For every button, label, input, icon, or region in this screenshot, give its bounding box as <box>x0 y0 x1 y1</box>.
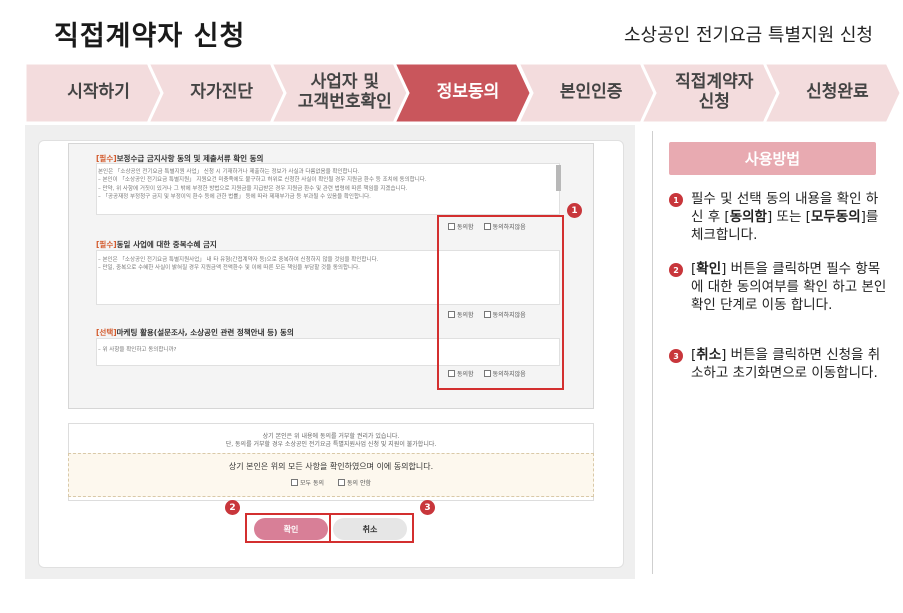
step-6: 직접계약자 신청 <box>640 63 778 123</box>
annotation-badge-3: 3 <box>420 500 435 515</box>
agree-all-title: 상기 본인은 위의 모든 사항을 확인하였으며 이에 동의합니다. <box>228 462 434 471</box>
howto-item-2: 2 [확인] 버튼을 클릭하면 필수 항목에 대한 동의여부를 확인 하고 본인… <box>669 260 887 314</box>
step-4: 정보동의 <box>394 63 532 123</box>
step-progress-bar: 시작하기 자가진단 사업자 및 고객번호확인 정보동의 본인인증 직접계약자 신… <box>25 63 901 123</box>
panel-divider <box>652 131 653 574</box>
howto-item-text: [취소] 버튼을 클릭하면 신청을 취소하고 초기화면으로 이동합니다. <box>691 347 881 381</box>
step-label: 신청완료 <box>806 82 869 103</box>
agree-all-checkboxes: 모두 동의 동의 안함 <box>68 478 594 487</box>
checkbox-icon <box>338 479 345 486</box>
annotation-badge-1: 1 <box>567 203 582 218</box>
step-label: 자가진단 <box>190 82 253 103</box>
step-label: 직접계약자 신청 <box>675 72 754 112</box>
step-label: 시작하기 <box>67 82 130 103</box>
step-2: 자가진단 <box>148 63 286 123</box>
page-subtitle: 소상공인 전기요금 특별지원 신청 <box>623 25 873 46</box>
howto-item-text: 필수 및 선택 동의 내용을 확인 하신 후 [동의함] 또는 [모두동의]를 … <box>691 191 879 243</box>
howto-item-1: 1 필수 및 선택 동의 내용을 확인 하신 후 [동의함] 또는 [모두동의]… <box>669 190 887 244</box>
step-number-badge: 2 <box>669 263 683 277</box>
step-5: 본인인증 <box>517 63 655 123</box>
howto-item-3: 3 [취소] 버튼을 클릭하면 신청을 취소하고 초기화면으로 이동합니다. <box>669 346 887 382</box>
step-label: 사업자 및 고객번호확인 <box>297 72 392 112</box>
agree-all-container <box>68 453 594 497</box>
scrollbar-thumb[interactable] <box>556 165 561 191</box>
step-1: 시작하기 <box>25 63 163 123</box>
disagree-all-checkbox[interactable]: 동의 안함 <box>338 478 371 487</box>
section-1-body: 본인은 「소상공인 전기요금 특별지원 사업」 신청 시 기재하거나 제출하는 … <box>98 169 427 200</box>
agree-all-checkbox[interactable]: 모두 동의 <box>291 478 324 487</box>
step-7: 신청완료 <box>763 63 901 123</box>
highlight-cancel-button <box>329 513 414 543</box>
checkbox-icon <box>291 479 298 486</box>
step-3: 사업자 및 고객번호확인 <box>271 63 409 123</box>
highlight-confirm-button <box>245 513 331 543</box>
step-label: 정보동의 <box>436 82 500 103</box>
page-title: 직접계약자 신청 <box>54 21 246 52</box>
section-3-title: [선택]마케팅 활용(설문조사, 소상공인 관련 정책안내 등) 동의 <box>96 328 294 337</box>
highlight-checkbox-area <box>437 215 564 390</box>
howto-title: 사용방법 <box>669 142 876 175</box>
step-label: 본인인증 <box>559 82 623 103</box>
notice-line-2: 단, 동의를 거부할 경우 소상공인 전기요금 특별지원사업 신청 및 지원이 … <box>225 441 437 448</box>
howto-item-text: [확인] 버튼을 클릭하면 필수 항목에 대한 동의여부를 확인 하고 본인 확… <box>691 261 887 313</box>
annotation-badge-2: 2 <box>225 500 240 515</box>
step-number-badge: 3 <box>669 349 683 363</box>
step-number-badge: 1 <box>669 193 683 207</box>
section-2-title: [필수]동일 사업에 대한 중복수혜 금지 <box>96 240 217 249</box>
